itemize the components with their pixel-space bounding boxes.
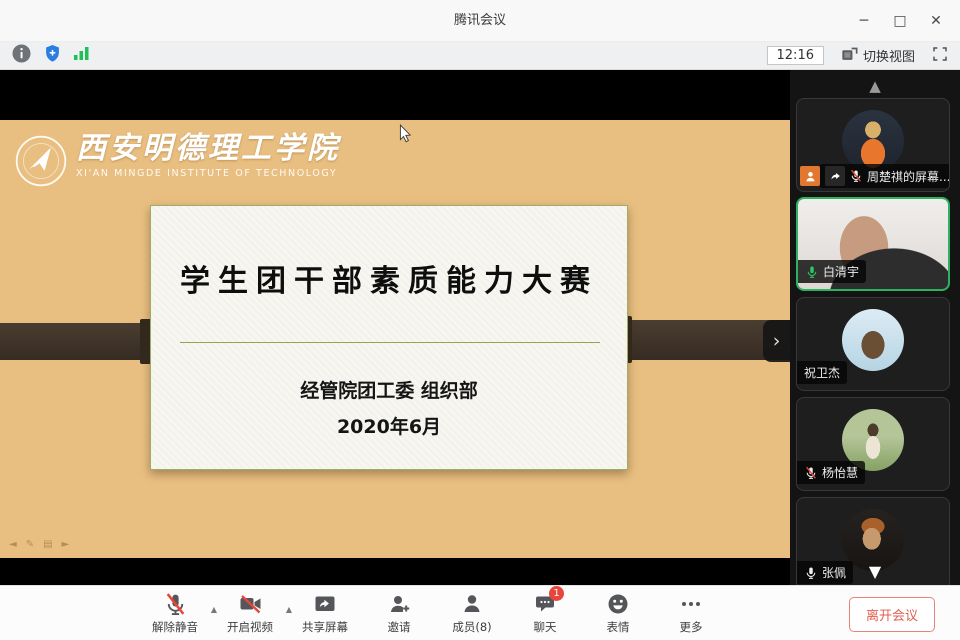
avatar	[842, 309, 904, 371]
invite-button[interactable]: 邀请	[377, 592, 421, 635]
slide-date: 2020年6月	[151, 412, 627, 439]
more-button[interactable]: 更多	[669, 592, 713, 635]
participant-name: 周楚祺的屏幕...	[867, 168, 950, 185]
emoji-icon	[606, 592, 630, 616]
members-button[interactable]: 成员(8)	[450, 592, 494, 635]
meeting-toolbar: 12:16 切换视图	[0, 42, 960, 70]
camera-off-icon	[237, 592, 264, 616]
grid-icon: ▤	[43, 539, 52, 550]
mic-muted-icon	[163, 592, 188, 616]
minimize-button[interactable]: ─	[846, 0, 882, 42]
participant-name: 白清宇	[823, 263, 859, 280]
slide-divider	[180, 342, 600, 343]
network-signal-icon[interactable]	[74, 46, 90, 65]
slide-title: 学生团干部素质能力大赛	[151, 256, 627, 300]
chat-button[interactable]: 聊天 1	[523, 592, 567, 635]
prev-arrow-icon: ◄	[9, 539, 17, 550]
scroll-down-icon[interactable]: ▼	[790, 562, 960, 581]
mic-muted-button[interactable]: 解除静音 ▲	[152, 592, 198, 635]
avatar	[842, 110, 904, 172]
next-slide-button[interactable]: ›	[763, 320, 790, 362]
school-logo: 西安明德理工学院 XI'AN MINGDE INSTITUTE OF TECHN…	[14, 132, 340, 188]
school-name-en: XI'AN MINGDE INSTITUTE OF TECHNOLOGY	[76, 168, 340, 179]
shared-screen-stage: 西安明德理工学院 XI'AN MINGDE INSTITUTE OF TECHN…	[0, 70, 790, 585]
slide-organization: 经管院团工委 组织部	[151, 376, 627, 403]
meeting-timer: 12:16	[767, 46, 824, 65]
participant-tile[interactable]: 周楚祺的屏幕...	[796, 98, 950, 192]
meeting-info-icon[interactable]	[12, 44, 31, 67]
school-name-cn: 西安明德理工学院	[76, 132, 340, 166]
invite-icon	[387, 592, 412, 616]
security-shield-icon[interactable]	[44, 44, 61, 67]
next-arrow-icon: ►	[62, 539, 70, 550]
school-emblem-icon	[14, 134, 68, 188]
presenter-icon	[800, 166, 820, 186]
slide-card: 学生团干部素质能力大赛 经管院团工委 组织部 2020年6月	[150, 205, 628, 470]
switch-view-label: 切换视图	[863, 46, 915, 65]
scroll-up-icon[interactable]: ▲	[790, 77, 960, 95]
control-bar: 解除静音 ▲ 开启视频 ▲ 共享屏幕 邀请 成员(8) 聊天 1 表情 更多 离…	[0, 585, 960, 640]
more-icon	[679, 592, 703, 616]
view-layout-icon	[841, 46, 858, 66]
emoji-button[interactable]: 表情	[596, 592, 640, 635]
mic-icon	[804, 466, 818, 480]
unread-badge: 1	[549, 586, 564, 601]
mic-icon	[849, 169, 863, 183]
participant-tile[interactable]: 祝卫杰	[796, 297, 950, 391]
participant-name: 杨怡慧	[822, 464, 858, 481]
share-screen-icon	[313, 592, 337, 616]
screen-share-icon	[825, 166, 845, 186]
participant-tile[interactable]: 白清宇	[796, 197, 950, 291]
participant-name: 祝卫杰	[804, 364, 840, 381]
presenter-tools: ◄ ✎ ▤ ►	[9, 539, 69, 550]
leave-meeting-button[interactable]: 离开会议	[849, 597, 935, 632]
switch-view-button[interactable]: 切换视图	[841, 46, 915, 66]
camera-off-button[interactable]: 开启视频 ▲	[227, 592, 273, 635]
participant-sidebar: ▲ 周楚祺的屏幕... 白清宇	[790, 70, 960, 585]
mouse-cursor-icon	[399, 124, 413, 147]
window-title: 腾讯会议	[0, 0, 960, 42]
participant-tile[interactable]: 杨怡慧	[796, 397, 950, 491]
maximize-button[interactable]: □	[882, 0, 918, 42]
slide-background: 西安明德理工学院 XI'AN MINGDE INSTITUTE OF TECHN…	[0, 120, 790, 558]
title-bar: 腾讯会议 ─ □ ✕	[0, 0, 960, 42]
members-icon	[460, 592, 484, 616]
decor-ribbon-left	[0, 323, 148, 360]
share-screen-button[interactable]: 共享屏幕	[302, 592, 348, 635]
pen-icon: ✎	[26, 539, 34, 550]
fullscreen-icon[interactable]	[932, 46, 948, 66]
close-button[interactable]: ✕	[918, 0, 954, 42]
expand-caret-icon[interactable]: ▲	[286, 605, 292, 614]
mic-icon	[805, 265, 819, 279]
expand-caret-icon[interactable]: ▲	[211, 605, 217, 614]
